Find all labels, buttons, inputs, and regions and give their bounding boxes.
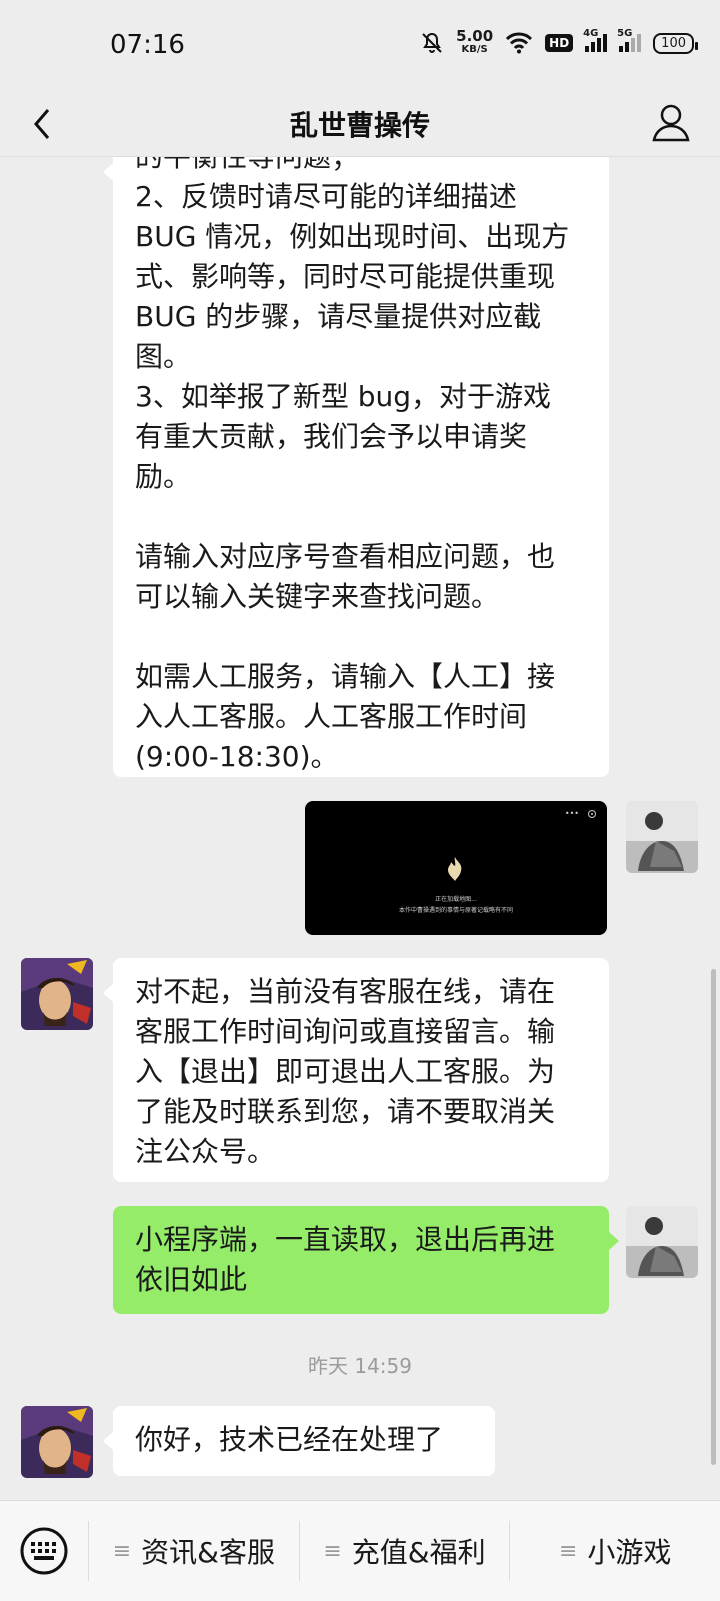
message-bubble-incoming[interactable]: 你好，技术已经在处理了 — [103, 1406, 495, 1476]
user-avatar[interactable] — [626, 1206, 698, 1278]
more-icon[interactable]: ••• — [565, 809, 579, 818]
wifi-icon — [506, 32, 533, 54]
signal-4g-icon: 4G — [583, 28, 608, 52]
hd-badge: HD — [545, 34, 574, 52]
message-bubble-outgoing[interactable]: 小程序端，一直读取，退出后再进 依旧如此 — [113, 1206, 619, 1314]
flame-logo-icon — [448, 857, 462, 881]
signal-5g-icon: 5G — [617, 28, 642, 52]
message-bubble-incoming[interactable]: 的平衡性等问题； 2、反馈时请尽可能的详细描述 BUG 情况，例如出现时间、出现… — [103, 157, 609, 777]
video-message[interactable]: 正在加载地图... 本作中曹操遇到的事情与原著记载略有不同 ••• — [305, 801, 607, 935]
status-bar: 07:16 5.00 KB/S HD 4G 5G 100 — [0, 0, 720, 90]
message-text: 你好，技术已经在处理了 — [135, 1423, 444, 1456]
chat-title: 乱世曹操传 — [289, 109, 430, 142]
menu-list-icon: ≡ — [558, 1538, 578, 1564]
bottom-menu-bar: ≡ 资讯&客服 ≡ 充值&福利 ≡ 小游戏 — [0, 1500, 720, 1601]
menu-item-mini-games[interactable]: ≡ 小游戏 — [509, 1521, 720, 1581]
menu-list-icon: ≡ — [323, 1538, 342, 1564]
scrollbar[interactable] — [711, 969, 716, 1465]
battery-icon: 100 — [653, 32, 698, 54]
message-text: 对不起，当前没有客服在线，请在 客服工作时间询问或直接留言。输 入【退出】即可退… — [135, 975, 556, 1168]
keyboard-toggle-button[interactable] — [0, 1501, 88, 1601]
message-timestamp: 昨天 14:59 — [308, 1354, 412, 1378]
menu-item-recharge-benefits[interactable]: ≡ 充值&福利 — [298, 1521, 510, 1581]
menu-item-news-service[interactable]: ≡ 资讯&客服 — [88, 1521, 299, 1581]
user-avatar[interactable] — [626, 801, 698, 873]
settings-icon[interactable] — [587, 809, 597, 819]
official-avatar[interactable] — [21, 1406, 93, 1478]
profile-icon[interactable] — [646, 98, 696, 148]
video-caption-bottom: 本作中曹操遇到的事情与原著记载略有不同 — [398, 907, 513, 914]
message-text: 的平衡性等问题； 2、反馈时请尽可能的详细描述 BUG 情况，例如出现时间、出现… — [135, 157, 570, 773]
official-avatar[interactable] — [21, 958, 93, 1030]
chat-area[interactable]: 的平衡性等问题； 2、反馈时请尽可能的详细描述 BUG 情况，例如出现时间、出现… — [0, 157, 720, 1500]
net-speed: 5.00 KB/S — [456, 27, 494, 56]
message-bubble-incoming[interactable]: 对不起，当前没有客服在线，请在 客服工作时间询问或直接留言。输 入【退出】即可退… — [103, 958, 609, 1182]
video-caption-top: 正在加载地图... — [435, 896, 477, 903]
status-icons: 5.00 KB/S HD 4G 5G 100 — [420, 26, 698, 60]
message-text: 小程序端，一直读取，退出后再进 依旧如此 — [135, 1223, 556, 1296]
mute-bell-icon — [422, 32, 442, 53]
keyboard-icon — [20, 1527, 68, 1575]
menu-list-icon: ≡ — [112, 1538, 132, 1564]
status-time: 07:16 — [110, 30, 185, 60]
chat-header: 乱世曹操传 — [0, 90, 720, 157]
